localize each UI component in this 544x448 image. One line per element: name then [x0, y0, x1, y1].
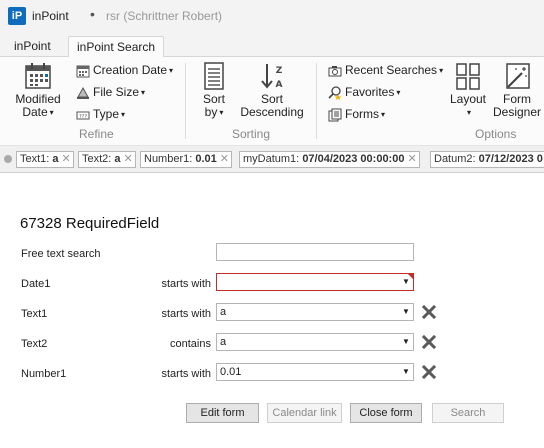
text1-combobox[interactable]: a ▼	[216, 303, 414, 321]
app-name: inPoint	[32, 9, 69, 23]
clear-icon[interactable]	[421, 334, 437, 350]
window-title: rsr (Schrittner Robert)	[106, 9, 223, 23]
field-label: Text1	[21, 308, 48, 320]
ribbon-tab-bar: inPoint inPoint Search	[0, 32, 544, 58]
sort-descending-label: Sort Descending	[240, 92, 304, 119]
search-star-icon	[328, 86, 342, 100]
clear-icon[interactable]	[421, 364, 437, 380]
field-operator: starts with	[161, 278, 211, 290]
svg-text:A: A	[276, 80, 283, 90]
text2-combobox[interactable]: a ▼	[216, 333, 414, 351]
field-label: Free text search	[21, 248, 101, 260]
filter-chip[interactable]: Text1: a ✕	[16, 151, 74, 168]
sorting-group-label: Sorting	[232, 127, 271, 141]
sort-list-icon	[204, 62, 224, 90]
active-filters-bar: Text1: a ✕ Text2: a ✕ Number1: 0.01 ✕ myDat…	[0, 146, 544, 173]
sort-descending-icon: Z A	[261, 64, 283, 90]
close-icon[interactable]: ✕	[62, 153, 71, 165]
clear-icon[interactable]	[421, 304, 437, 320]
calendar-link-button[interactable]: Calendar link	[267, 403, 342, 423]
chevron-down-icon[interactable]: ▼	[398, 274, 413, 290]
creation-date-button[interactable]: Creation Date ▾	[76, 61, 173, 79]
modified-date-label: Modified Date ▾	[15, 92, 61, 119]
close-icon[interactable]: ✕	[407, 153, 416, 165]
forms-button[interactable]: Forms ▾	[328, 105, 385, 123]
app-logo-icon: iP	[8, 7, 26, 25]
svg-text:???: ???	[79, 114, 87, 120]
form-title: 67328 RequiredField	[20, 215, 160, 232]
form-designer-button[interactable]: Form Designer	[493, 61, 541, 119]
close-form-button[interactable]: Close form	[350, 403, 422, 423]
layout-label: Layout ▾	[449, 92, 487, 118]
text2-value: a	[220, 336, 227, 348]
layout-grid-icon	[456, 63, 480, 90]
close-icon[interactable]: ✕	[220, 153, 229, 165]
number1-combobox[interactable]: 0.01 ▼	[216, 363, 414, 381]
text1-value: a	[220, 306, 227, 318]
field-label: Date1	[21, 278, 51, 290]
chevron-down-icon[interactable]: ▼	[398, 304, 413, 320]
group-divider	[316, 63, 317, 139]
sort-by-label: Sort by ▾	[202, 92, 225, 119]
filter-chip[interactable]: Number1: 0.01 ✕	[140, 151, 232, 168]
free-text-search-input[interactable]	[216, 243, 414, 261]
filter-indicator-icon	[4, 155, 12, 163]
tab-inpoint-search[interactable]: inPoint Search	[68, 36, 165, 58]
magic-wand-icon	[506, 63, 530, 89]
favorites-button[interactable]: Favorites ▾	[328, 83, 400, 101]
field-operator: contains	[170, 338, 211, 350]
close-icon[interactable]: ✕	[124, 153, 133, 165]
modified-date-button[interactable]: Modified Date ▾	[10, 61, 66, 119]
edit-form-button[interactable]: Edit form	[186, 403, 259, 423]
ribbon: Modified Date ▾ Creation Date ▾ File Size ▾ …	[0, 57, 544, 146]
filter-chip[interactable]: myDatum1: 07/04/2023 00:00:00 ✕	[239, 151, 420, 168]
svg-text:Z: Z	[276, 66, 283, 76]
refine-group-label: Refine	[79, 127, 114, 141]
layout-button[interactable]: Layout ▾	[447, 61, 489, 119]
form-designer-label: Form Designer	[493, 92, 542, 119]
calendar-small-icon	[76, 65, 90, 78]
recent-searches-button[interactable]: Recent Searches ▾	[328, 61, 443, 79]
search-button[interactable]: Search	[432, 403, 504, 423]
file-type-icon: ???	[76, 111, 90, 120]
camera-icon	[328, 65, 342, 77]
sort-descending-button[interactable]: Z A Sort Descending	[240, 61, 304, 119]
filter-chip[interactable]: Text2: a ✕	[78, 151, 136, 168]
forms-icon	[328, 108, 342, 122]
options-group-label: Options	[475, 127, 517, 141]
field-operator: starts with	[161, 308, 211, 320]
field-label: Text2	[21, 338, 48, 350]
calendar-icon	[25, 63, 51, 89]
date1-combobox[interactable]: ▼	[216, 273, 414, 291]
title-separator: •	[90, 6, 95, 22]
filter-chip[interactable]: Datum2: 07/12/2023 0	[430, 151, 544, 168]
field-label: Number1	[21, 368, 67, 380]
title-bar: iP inPoint • rsr (Schrittner Robert)	[0, 0, 544, 32]
chevron-down-icon[interactable]: ▼	[398, 334, 413, 350]
file-size-icon	[77, 86, 89, 99]
chevron-down-icon[interactable]: ▼	[398, 364, 413, 380]
tab-inpoint[interactable]: inPoint	[6, 36, 59, 56]
field-operator: starts with	[161, 368, 211, 380]
group-divider	[185, 63, 186, 139]
file-size-button[interactable]: File Size ▾	[76, 83, 145, 101]
number1-value: 0.01	[220, 366, 242, 378]
sort-by-button[interactable]: Sort by ▾	[196, 61, 232, 119]
type-button[interactable]: ??? Type ▾	[76, 105, 125, 123]
